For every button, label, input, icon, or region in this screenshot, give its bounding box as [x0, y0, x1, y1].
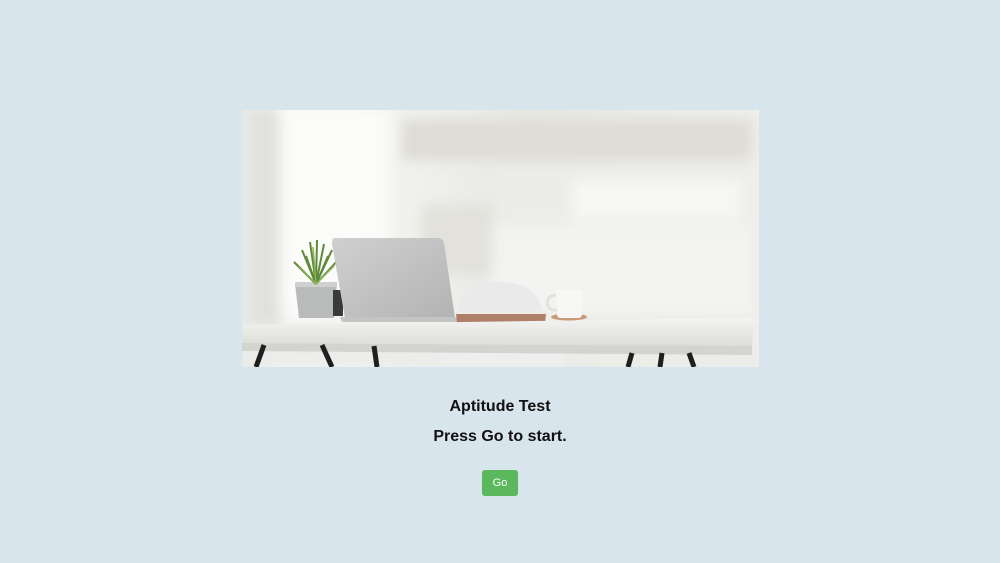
page: Aptitude Test Press Go to start. Go [0, 0, 1000, 563]
start-instruction: Press Go to start. [433, 428, 567, 445]
page-title: Aptitude Test [449, 398, 551, 415]
go-button[interactable]: Go [482, 470, 518, 496]
hero-image [242, 110, 759, 367]
